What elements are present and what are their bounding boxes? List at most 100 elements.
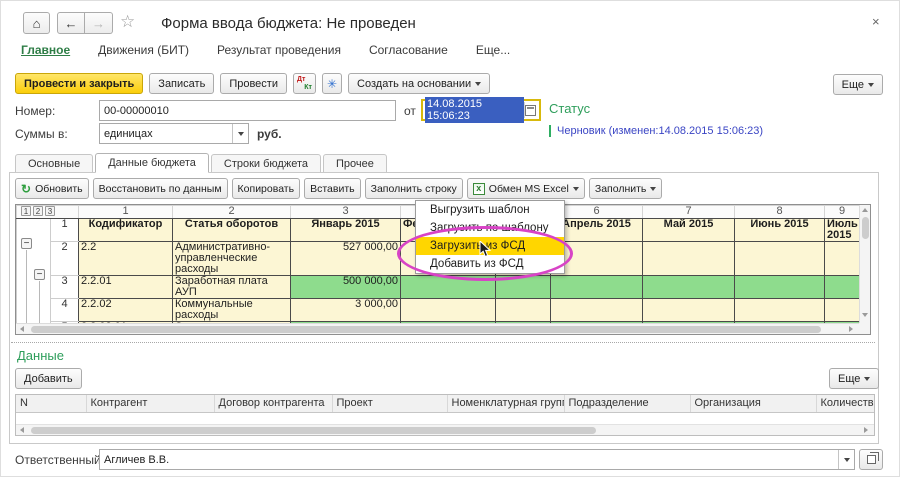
data-section-title: Данные: [17, 348, 64, 363]
close-icon[interactable]: ×: [872, 14, 880, 29]
amount-cell[interactable]: 527 000,00: [291, 242, 401, 276]
nav-item-post-result[interactable]: Результат проведения: [217, 43, 341, 57]
chevron-down-icon[interactable]: [232, 124, 248, 143]
forward-button[interactable]: →: [85, 12, 113, 34]
tree-column: − −: [17, 219, 51, 324]
date-value-selected: 14.08.2015 15:06:23: [425, 97, 524, 123]
data-col-nomenclature-group: Номенклатурная группа: [447, 395, 564, 412]
tab-other[interactable]: Прочее: [323, 154, 387, 173]
menu-item-load-by-template[interactable]: Загрузить по шаблону: [416, 219, 564, 237]
scroll-right-icon[interactable]: [864, 427, 868, 433]
copy-button[interactable]: Копировать: [232, 178, 301, 199]
excel-exchange-menu: Выгрузить шаблон Загрузить по шаблону За…: [415, 200, 565, 274]
chevron-down-icon: [573, 187, 579, 191]
scrollbar-thumb[interactable]: [31, 427, 596, 434]
forward-icon: →: [92, 16, 105, 31]
paste-button[interactable]: Вставить: [304, 178, 361, 199]
fill-row-button[interactable]: Заполнить строку: [365, 178, 463, 199]
collapse-icon[interactable]: −: [34, 269, 45, 280]
tab-budget-data[interactable]: Данные бюджета: [95, 153, 209, 173]
idea-icon: ✳: [327, 78, 337, 90]
refresh-icon: ↻: [21, 183, 31, 195]
header-article: Статья оборотов: [173, 219, 291, 242]
nav-item-main[interactable]: Главное: [21, 43, 70, 57]
codifier-cell[interactable]: 2.2: [79, 242, 173, 276]
add-button[interactable]: Добавить: [15, 368, 82, 389]
page-title: Форма ввода бюджета: Не проведен: [161, 15, 416, 32]
sums-label: Суммы в:: [15, 127, 68, 141]
data-col-project: Проект: [332, 395, 447, 412]
tab-main[interactable]: Основные: [15, 154, 93, 173]
article-cell[interactable]: Административно-управленческие расходы: [173, 242, 291, 276]
date-field[interactable]: 14.08.2015 15:06:23: [421, 99, 541, 121]
responsible-field[interactable]: Агличев В.В.: [99, 449, 855, 470]
group-level-2-button[interactable]: 2: [33, 206, 43, 216]
group-level-1-button[interactable]: 1: [21, 206, 31, 216]
budget-form-window: ⌂ ← → ☆ Форма ввода бюджета: Не проведен…: [0, 0, 900, 477]
number-label: Номер:: [15, 104, 55, 118]
data-col-quantity: Количество: [816, 395, 874, 412]
scroll-right-icon[interactable]: [849, 326, 853, 332]
row-number[interactable]: 1: [51, 219, 79, 242]
number-field[interactable]: 00-00000010: [99, 100, 396, 121]
fill-button[interactable]: Заполнить: [589, 178, 663, 199]
favorite-star-icon[interactable]: ☆: [120, 12, 135, 32]
header-month: Январь 2015: [291, 219, 401, 242]
home-button[interactable]: ⌂: [23, 12, 50, 34]
chevron-down-icon: [868, 83, 874, 87]
grid-vertical-scrollbar[interactable]: [859, 205, 870, 323]
chevron-down-icon: [650, 187, 656, 191]
menu-item-export-template[interactable]: Выгрузить шаблон: [416, 201, 564, 219]
refresh-button[interactable]: ↻Обновить: [15, 178, 89, 199]
idea-button[interactable]: ✳: [322, 73, 342, 94]
data-col-department: Подразделение: [564, 395, 690, 412]
sums-combo[interactable]: единицах: [99, 123, 249, 144]
responsible-label: Ответственный:: [15, 453, 104, 467]
more-button-top[interactable]: Еще: [833, 74, 883, 95]
chevron-down-icon: [864, 377, 870, 381]
scroll-up-icon[interactable]: [862, 208, 868, 212]
chevron-down-icon[interactable]: [838, 450, 854, 469]
group-level-buttons: 123: [17, 206, 79, 219]
mouse-cursor-icon: [479, 241, 492, 259]
grid-horizontal-scrollbar[interactable]: [16, 323, 859, 334]
create-on-basis-button[interactable]: Создать на основании: [348, 73, 490, 94]
back-button[interactable]: ←: [57, 12, 85, 34]
open-icon: [867, 455, 876, 464]
nav-item-movements[interactable]: Движения (БИТ): [98, 43, 189, 57]
nav-item-approval[interactable]: Согласование: [369, 43, 448, 57]
home-icon: ⌂: [33, 16, 41, 31]
dt-kt-icon-button[interactable]: ДтКт: [293, 73, 316, 94]
date-prefix-label: от: [404, 104, 416, 118]
scroll-left-icon[interactable]: [20, 427, 24, 433]
section-splitter[interactable]: [11, 342, 875, 343]
group-level-3-button[interactable]: 3: [45, 206, 55, 216]
restore-by-data-button[interactable]: Восстановить по данным: [93, 178, 228, 199]
open-button[interactable]: [859, 449, 883, 470]
scrollbar-thumb[interactable]: [31, 326, 821, 333]
header-codifier: Кодификатор: [79, 219, 173, 242]
data-horizontal-scrollbar[interactable]: [16, 424, 874, 435]
more-button-data[interactable]: Еще: [829, 368, 879, 389]
data-col-organization: Организация: [690, 395, 816, 412]
calendar-icon[interactable]: [525, 105, 536, 116]
collapse-icon[interactable]: −: [21, 238, 32, 249]
excel-exchange-button[interactable]: xОбмен MS Excel: [467, 178, 585, 199]
chevron-down-icon: [475, 82, 481, 86]
status-label: Статус: [549, 101, 590, 116]
data-col-n: N: [16, 395, 86, 412]
scrollbar-thumb[interactable]: [862, 217, 869, 239]
post-and-close-button[interactable]: Провести и закрыть: [15, 73, 143, 94]
data-col-counterparty: Контрагент: [86, 395, 214, 412]
scroll-left-icon[interactable]: [20, 326, 24, 332]
nav-item-more[interactable]: Еще...: [476, 43, 510, 57]
scroll-down-icon[interactable]: [862, 313, 868, 317]
status-value: Черновик (изменен:14.08.2015 15:06:23): [549, 125, 763, 137]
tab-budget-lines[interactable]: Строки бюджета: [211, 154, 321, 173]
excel-icon: x: [473, 183, 485, 195]
grid-row: 3 2.2.01 Заработная плата АУП 500 000,00: [17, 276, 860, 299]
write-button[interactable]: Записать: [149, 73, 214, 94]
data-table: N Контрагент Договор контрагента Проект …: [15, 394, 875, 436]
column-number: 1: [79, 206, 173, 219]
post-button[interactable]: Провести: [220, 73, 287, 94]
